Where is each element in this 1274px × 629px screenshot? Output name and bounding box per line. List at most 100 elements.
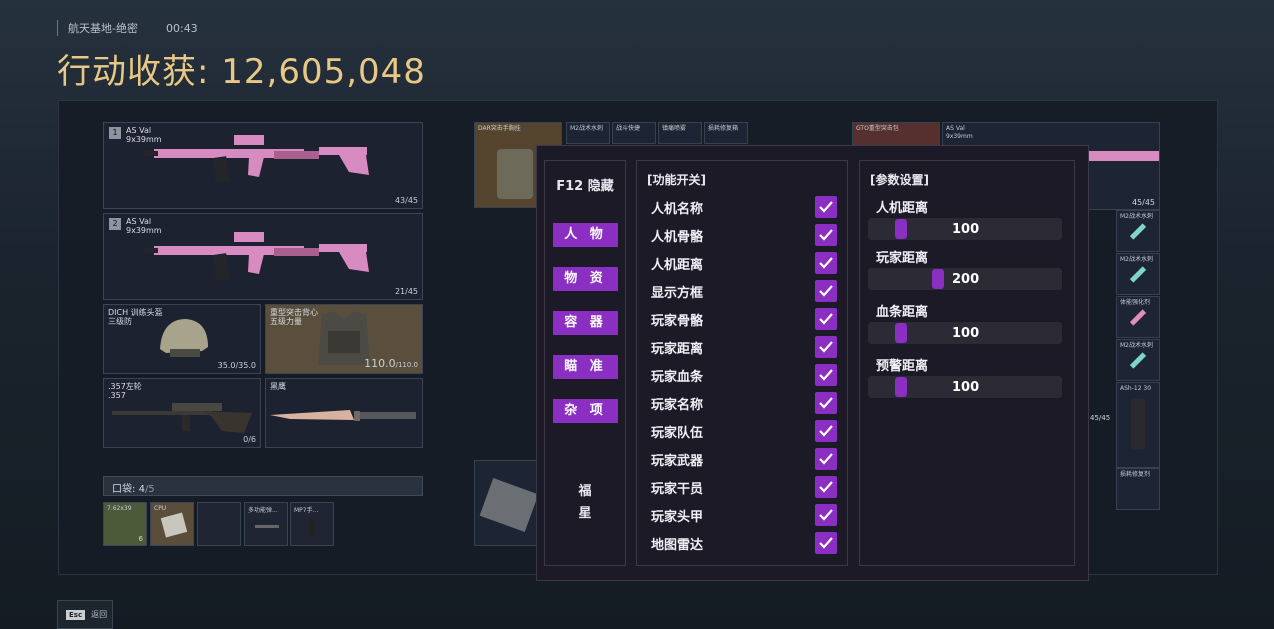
checkmark-icon: [819, 313, 833, 325]
function-label: 玩家头甲: [651, 510, 704, 525]
item-name: 战斗快捷: [616, 125, 641, 132]
pocket-item[interactable]: [197, 502, 241, 546]
function-label: 玩家距离: [651, 342, 704, 357]
checkmark-icon: [819, 509, 833, 521]
function-checkbox[interactable]: [815, 364, 837, 386]
armor-slot[interactable]: 重型突击背心 五级力量 110.0/110.0: [265, 304, 423, 374]
parameter-label: 人机距离: [876, 201, 929, 216]
secondary-weapon-slot[interactable]: 2 AS Val 9x39mm 21/45: [103, 213, 423, 300]
function-label: 人机名称: [651, 202, 704, 217]
syringe-icon: [1129, 352, 1147, 369]
function-checkbox[interactable]: [815, 392, 837, 414]
checkmark-icon: [819, 537, 833, 549]
checkmark-icon: [819, 229, 833, 241]
melee-slot[interactable]: 黑鹰: [265, 378, 423, 448]
map-name: 航天基地-绝密: [68, 22, 138, 35]
checkmark-icon: [819, 257, 833, 269]
checkmark-icon: [819, 285, 833, 297]
function-checkbox[interactable]: [815, 224, 837, 246]
checkmark-icon: [819, 453, 833, 465]
item-name: MP7手...: [294, 507, 319, 514]
function-checkbox[interactable]: [815, 196, 837, 218]
esc-key: Esc: [66, 610, 86, 620]
function-checkbox[interactable]: [815, 420, 837, 442]
item-name: 体能强化剂: [1120, 299, 1151, 306]
loot-item[interactable]: 镇痛喷雾: [658, 122, 702, 144]
slider-value: 200: [952, 272, 980, 287]
pocket-header: 口袋: 4/5: [103, 476, 423, 496]
helmet-slot[interactable]: DICH 训练头盔 三级防 35.0/35.0: [103, 304, 261, 374]
item-name: DAR突击手胸挂: [478, 125, 521, 132]
item-count: 45/45: [1090, 414, 1111, 422]
slider-handle[interactable]: [932, 269, 944, 289]
chest-rig-icon: [497, 149, 533, 199]
brand-char: 福: [578, 484, 592, 499]
function-checkbox[interactable]: [815, 308, 837, 330]
function-checkbox[interactable]: [815, 476, 837, 498]
pocket-label: 口袋:: [112, 484, 136, 495]
parameter-slider[interactable]: 100: [868, 218, 1062, 240]
pocket-item[interactable]: CPU: [150, 502, 194, 546]
loot-item[interactable]: M2战术水刺: [1116, 253, 1160, 295]
loot-item[interactable]: 体能强化剂: [1116, 296, 1160, 338]
function-checkbox[interactable]: [815, 252, 837, 274]
pocket-item[interactable]: 多功能弹...: [244, 502, 288, 546]
armor-durability: 110.0/110.0: [364, 357, 418, 370]
function-label: 玩家武器: [651, 454, 704, 469]
loot-count: 45/45: [1090, 414, 1114, 426]
case-icon: [479, 477, 539, 533]
primary-weapon-slot[interactable]: 1 AS Val 9x39mm 43/45: [103, 122, 423, 209]
match-time: 00:43: [165, 21, 198, 35]
function-checkbox[interactable]: [815, 504, 837, 526]
loot-item[interactable]: 战斗快捷: [612, 122, 656, 144]
loot-item[interactable]: 损耗修复箱: [704, 122, 748, 144]
armor-class: 五级力量: [270, 317, 302, 326]
category-button-supplies[interactable]: 物 资: [553, 267, 618, 291]
item-name: 多功能弹...: [248, 507, 278, 514]
armor-max: /110.0: [395, 361, 418, 369]
parameter-label: 玩家距离: [876, 251, 929, 266]
parameter-slider[interactable]: 100: [868, 376, 1062, 398]
rifle-icon: [144, 135, 369, 184]
function-label: 显示方框: [651, 286, 704, 301]
checkmark-icon: [819, 481, 833, 493]
item-name: GTO重型突击包: [856, 125, 899, 132]
sidearm-slot[interactable]: .357左轮 .357 0/6: [103, 378, 261, 448]
syringe-icon: [1129, 309, 1147, 326]
armor-value: 110.0: [364, 357, 396, 370]
slider-handle[interactable]: [895, 219, 907, 239]
slider-handle[interactable]: [895, 377, 907, 397]
function-checkbox[interactable]: [815, 336, 837, 358]
slider-handle[interactable]: [895, 323, 907, 343]
checkmark-icon: [819, 341, 833, 353]
parameter-settings-column: [参数设置] 人机距离 100 玩家距离 200 血条距离 100 预警距离 100: [859, 160, 1075, 566]
parameter-slider[interactable]: 100: [868, 322, 1062, 344]
category-button-person[interactable]: 人 物: [553, 223, 618, 247]
function-checkbox[interactable]: [815, 448, 837, 470]
pocket-item[interactable]: MP7手...: [290, 502, 334, 546]
loot-item[interactable]: M2战术水刺: [1116, 339, 1160, 381]
category-button-misc[interactable]: 杂 项: [553, 399, 618, 423]
helmet-icon: [160, 319, 208, 357]
rifle-icon: [144, 232, 369, 281]
overlay-menu: F12 隐藏 人 物 物 资 容 器 瞄 准 杂 项 福星 [功能开关] 人机名…: [536, 145, 1089, 581]
category-button-aim[interactable]: 瞄 准: [553, 355, 618, 379]
loot-item[interactable]: M2战术水刺: [1116, 210, 1160, 252]
back-button[interactable]: Esc 返回: [57, 600, 113, 629]
slot-number: 2: [109, 218, 121, 230]
parameter-label: 血条距离: [876, 305, 929, 320]
item-name: CPU: [154, 505, 167, 512]
loot-item[interactable]: ASh-12 30: [1116, 382, 1160, 468]
checkmark-icon: [819, 201, 833, 213]
item-name: M2战术水刺: [1120, 213, 1153, 220]
item-name: 损耗修复箱: [708, 125, 739, 132]
function-checkbox[interactable]: [815, 280, 837, 302]
slot-number: 1: [109, 127, 121, 139]
loot-item[interactable]: M2战术水刺: [566, 122, 610, 144]
category-button-container[interactable]: 容 器: [553, 311, 618, 335]
loot-case[interactable]: [474, 460, 539, 546]
parameter-slider[interactable]: 200: [868, 268, 1062, 290]
pocket-item[interactable]: 7.62x39 6: [103, 502, 147, 546]
loot-item[interactable]: 损耗修复剂: [1116, 468, 1160, 510]
function-checkbox[interactable]: [815, 532, 837, 554]
